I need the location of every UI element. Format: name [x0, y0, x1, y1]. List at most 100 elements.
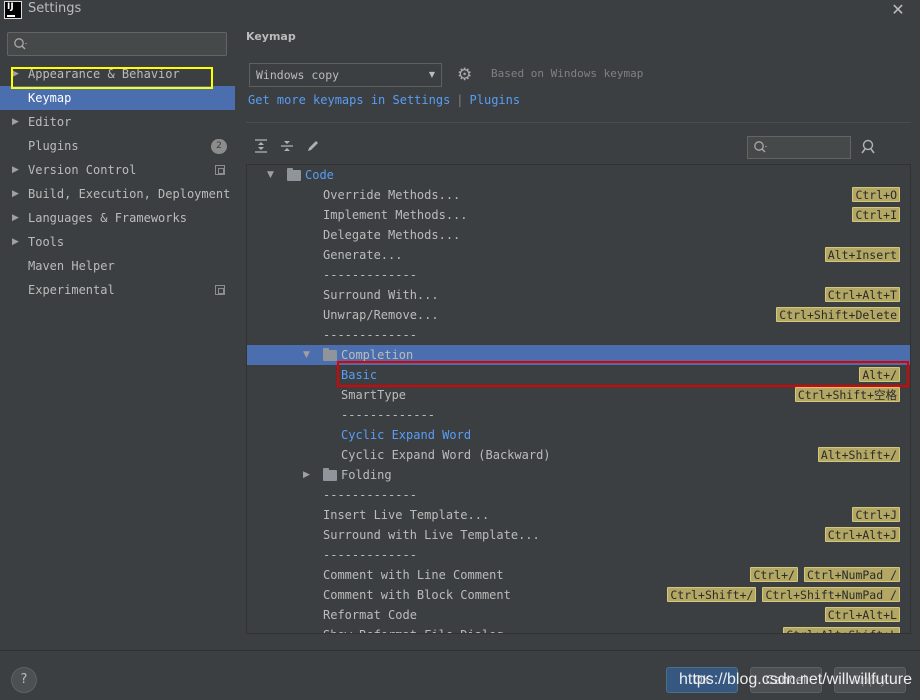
shortcut-list: Ctrl+Shift+/ Ctrl+Shift+NumPad /: [667, 587, 900, 603]
tree-action-row[interactable]: Implement Methods... Ctrl+I: [247, 205, 910, 225]
tree-action-row[interactable]: Generate... Alt+Insert: [247, 245, 910, 265]
tree-action-row[interactable]: Override Methods... Ctrl+O: [247, 185, 910, 205]
tree-action-row[interactable]: Cyclic Expand Word (Backward) Alt+Shift+/: [247, 445, 910, 465]
expand-arrow-icon[interactable]: ▶: [12, 158, 19, 182]
expand-arrow-icon[interactable]: ▶: [12, 62, 19, 86]
tree-folder-row[interactable]: ▼ Code: [247, 165, 910, 185]
expand-arrow-icon[interactable]: ▶: [12, 206, 19, 230]
keymap-panel: Keymap Windows copy ▼ ⚙ Based on Windows…: [235, 24, 920, 650]
apply-button[interactable]: Apply: [834, 667, 906, 693]
search-icon: [14, 38, 27, 50]
tree-action-row[interactable]: Comment with Line Comment Ctrl+/ Ctrl+NumP…: [247, 565, 910, 585]
tree-action-row[interactable]: Delegate Methods...: [247, 225, 910, 245]
gear-icon[interactable]: ⚙: [457, 66, 472, 84]
tree-action-row[interactable]: Surround With... Ctrl+Alt+T: [247, 285, 910, 305]
tree-action-row[interactable]: Show Reformat File Dialog Ctrl+Alt+Shift+…: [247, 625, 910, 633]
tree-action-row[interactable]: Reformat Code Ctrl+Alt+L: [247, 605, 910, 625]
project-level-icon: [215, 285, 225, 295]
shortcut-key-badge: Ctrl+Alt+J: [824, 527, 900, 542]
expand-arrow-icon[interactable]: ▶: [12, 110, 19, 134]
sidebar-item-label: Experimental: [28, 283, 115, 297]
chevron-down-icon: ▼: [428, 70, 435, 79]
sidebar-item-maven-helper[interactable]: Maven Helper: [0, 254, 235, 278]
tree-action-row[interactable]: Surround with Live Template... Ctrl+Alt+J: [247, 525, 910, 545]
tree-action-row[interactable]: SmartType Ctrl+Shift+空格: [247, 385, 910, 405]
get-more-keymaps-link[interactable]: Get more keymaps in Settings: [248, 93, 450, 107]
collapse-arrow-icon[interactable]: ▼: [303, 345, 310, 365]
tree-row-label: Folding: [341, 468, 392, 482]
keymap-links: Get more keymaps in Settings | Plugins: [248, 93, 520, 107]
tree-separator-row[interactable]: -------------: [247, 325, 910, 345]
shortcut-list: Ctrl+Alt+T: [824, 287, 900, 303]
sidebar-item-appearance-behavior[interactable]: ▶ Appearance & Behavior: [0, 62, 235, 86]
collapse-arrow-icon[interactable]: ▼: [267, 165, 274, 185]
keymap-actions-tree[interactable]: ▼ Code Override Methods... Ctrl+O Implement …: [246, 164, 911, 634]
settings-search-input[interactable]: [7, 32, 227, 56]
shortcut-key-badge: Ctrl+Alt+Shift+L: [783, 627, 900, 633]
sidebar-item-tools[interactable]: ▶ Tools: [0, 230, 235, 254]
sidebar-item-languages-frameworks[interactable]: ▶ Languages & Frameworks: [0, 206, 235, 230]
tree-action-row[interactable]: Cyclic Expand Word: [247, 425, 910, 445]
tree-row-label: Generate...: [323, 248, 403, 262]
tree-separator-row[interactable]: -------------: [247, 545, 910, 565]
tree-action-row[interactable]: Basic Alt+/: [247, 365, 910, 385]
sidebar-item-editor[interactable]: ▶ Editor: [0, 110, 235, 134]
tree-row-label: Unwrap/Remove...: [323, 308, 439, 322]
expand-arrow-icon[interactable]: ▶: [12, 230, 19, 254]
tree-row-label: Show Reformat File Dialog: [323, 625, 504, 633]
edit-pencil-icon[interactable]: [304, 138, 322, 156]
tree-separator-row[interactable]: -------------: [247, 485, 910, 505]
expand-arrow-icon[interactable]: ▶: [12, 182, 19, 206]
expand-all-icon[interactable]: [252, 138, 270, 156]
tree-separator-row[interactable]: -------------: [247, 405, 910, 425]
shortcut-key-badge: Ctrl+Shift+空格: [794, 387, 900, 402]
link-separator: |: [456, 93, 464, 107]
sidebar-item-label: Keymap: [28, 91, 72, 105]
sidebar-item-label: Plugins: [28, 139, 79, 153]
shortcut-list: Ctrl+O: [852, 187, 900, 203]
settings-sidebar: ▶ Appearance & Behavior Keymap ▶ Editor Plugi…: [0, 24, 235, 650]
plugins-link[interactable]: Plugins: [470, 93, 521, 107]
tree-action-row[interactable]: Insert Live Template... Ctrl+J: [247, 505, 910, 525]
sidebar-item-version-control[interactable]: ▶ Version Control: [0, 158, 235, 182]
keymap-select[interactable]: Windows copy ▼: [249, 63, 442, 87]
sidebar-item-label: Tools: [28, 235, 65, 249]
intellij-logo-icon: IJ: [4, 1, 22, 19]
expand-arrow-icon[interactable]: ▶: [303, 465, 310, 485]
tree-row-label: Override Methods...: [323, 188, 461, 202]
tree-row-label: Comment with Block Comment: [323, 588, 511, 602]
sidebar-item-experimental[interactable]: Experimental: [0, 278, 235, 302]
sidebar-item-build-execution-deployment[interactable]: ▶ Build, Execution, Deployment: [0, 182, 235, 206]
close-button[interactable]: ✕: [890, 2, 906, 18]
tree-folder-row[interactable]: ▼ Completion: [247, 345, 910, 365]
find-action-by-shortcut-icon[interactable]: [860, 138, 878, 156]
shortcut-filter-input[interactable]: [747, 136, 851, 159]
collapse-all-icon[interactable]: [278, 138, 296, 156]
ok-button[interactable]: OK: [666, 667, 738, 693]
cancel-button[interactable]: Cancel: [750, 667, 822, 693]
tree-folder-row[interactable]: ▶ Folding: [247, 465, 910, 485]
tree-row-label: Cyclic Expand Word: [341, 428, 472, 442]
shortcut-list: Alt+Insert: [824, 247, 900, 263]
shortcut-list: Ctrl+J: [852, 507, 900, 523]
tree-row-label: Delegate Methods...: [323, 228, 461, 242]
shortcut-key-badge: Ctrl+Shift+Delete: [776, 307, 900, 322]
tree-row-label: -------------: [323, 268, 417, 282]
tree-row-label: -------------: [323, 548, 417, 562]
shortcut-list: Ctrl+Shift+Delete: [776, 307, 900, 323]
sidebar-item-plugins[interactable]: Plugins 2: [0, 134, 235, 158]
tree-row-label: -------------: [341, 408, 435, 422]
sidebar-item-keymap[interactable]: Keymap: [0, 86, 235, 110]
update-count-badge: 2: [211, 139, 227, 154]
sidebar-item-label: Maven Helper: [28, 259, 115, 273]
tree-action-row[interactable]: Comment with Block Comment Ctrl+Shift+/Ct…: [247, 585, 910, 605]
tree-row-label: Code: [305, 168, 334, 182]
sidebar-item-label: Appearance & Behavior: [28, 67, 180, 81]
keymap-select-value: Windows copy: [256, 68, 340, 82]
tree-separator-row[interactable]: -------------: [247, 265, 910, 285]
shortcut-list: Ctrl+Alt+J: [824, 527, 900, 543]
shortcut-key-badge: Alt+Shift+/: [817, 447, 900, 462]
help-button[interactable]: ?: [11, 667, 37, 693]
shortcut-list: Ctrl+/ Ctrl+NumPad /: [750, 567, 900, 583]
tree-action-row[interactable]: Unwrap/Remove... Ctrl+Shift+Delete: [247, 305, 910, 325]
